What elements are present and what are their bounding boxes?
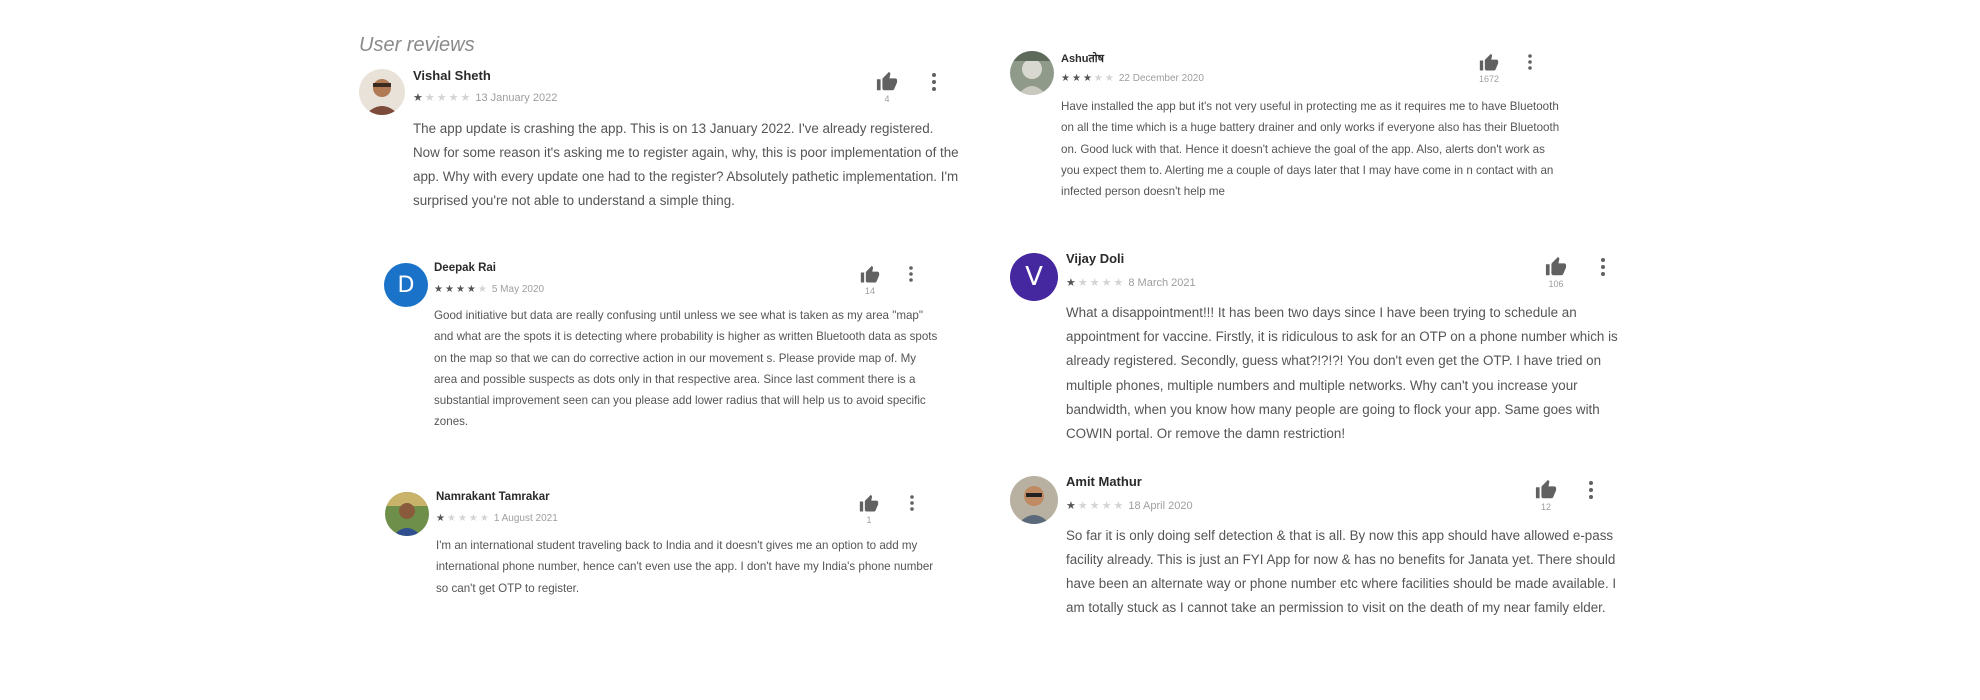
star-empty-icon: ★ <box>1089 500 1102 512</box>
star-filled-icon: ★ <box>1066 500 1078 512</box>
thumbs-up-icon <box>876 71 898 91</box>
review-date: 22 December 2020 <box>1118 73 1204 84</box>
helpful-button[interactable]: 14 <box>858 265 882 296</box>
review-text: Have installed the app but it's not very… <box>1061 100 1560 199</box>
like-count: 14 <box>864 286 875 296</box>
star-filled-icon: ★ <box>455 284 467 295</box>
star-empty-icon: ★ <box>1101 277 1114 289</box>
section-title: User reviews <box>359 34 475 56</box>
helpful-button[interactable]: 106 <box>1542 256 1570 289</box>
helpful-button[interactable]: 4 <box>875 71 899 104</box>
more-options-icon[interactable] <box>1596 257 1610 277</box>
thumbs-up-icon <box>859 494 879 512</box>
reviewer-name: Ashuतोष <box>1061 53 1104 65</box>
star-filled-icon: ★ <box>434 284 445 295</box>
avatar <box>1010 476 1058 524</box>
star-filled-icon: ★ <box>413 92 425 104</box>
star-empty-icon: ★ <box>1077 277 1090 289</box>
avatar-letter: V <box>1025 262 1043 292</box>
rating-and-date: ★★★★★ 22 December 2020 <box>1061 73 1204 84</box>
star-empty-icon: ★ <box>457 513 469 524</box>
review-date: 18 April 2020 <box>1128 500 1193 512</box>
reviewer-name: Vijay Doli <box>1066 251 1125 266</box>
star-empty-icon: ★ <box>436 92 449 104</box>
review-date: 1 August 2021 <box>493 513 558 524</box>
reviewer-name: Namrakant Tamrakar <box>436 491 550 503</box>
star-filled-icon: ★ <box>466 284 478 295</box>
thumbs-up-icon <box>1535 479 1557 499</box>
rating-and-date: ★★★★★ 13 January 2022 <box>413 91 557 104</box>
review-date: 13 January 2022 <box>475 92 558 104</box>
star-rating: ★★★★★ <box>434 284 489 295</box>
review-text: What a disappointment!!! It has been two… <box>1066 305 1618 442</box>
like-count: 106 <box>1548 279 1564 289</box>
avatar <box>385 492 429 536</box>
thumbs-up-icon <box>1545 256 1567 276</box>
star-empty-icon: ★ <box>1113 277 1126 289</box>
like-count: 4 <box>884 94 890 104</box>
like-count: 12 <box>1540 502 1551 512</box>
star-filled-icon: ★ <box>1066 277 1078 289</box>
star-empty-icon: ★ <box>448 92 461 104</box>
more-options-icon[interactable] <box>906 494 918 512</box>
star-rating: ★★★★★ <box>1061 73 1116 84</box>
star-empty-icon: ★ <box>477 284 489 295</box>
more-options-icon[interactable] <box>1584 480 1598 500</box>
review-text: The app update is crashing the app. This… <box>413 121 959 208</box>
more-options-icon[interactable] <box>927 72 941 92</box>
star-filled-icon: ★ <box>1082 73 1094 84</box>
star-filled-icon: ★ <box>444 284 456 295</box>
helpful-button[interactable]: 1 <box>857 494 881 525</box>
reviewer-name: Deepak Rai <box>434 262 497 274</box>
star-empty-icon: ★ <box>1104 73 1116 84</box>
star-filled-icon: ★ <box>1071 73 1083 84</box>
star-empty-icon: ★ <box>1113 500 1126 512</box>
more-options-icon[interactable] <box>905 265 917 283</box>
review-text: Good initiative but data are really conf… <box>434 309 938 429</box>
like-count: 1 <box>866 515 872 525</box>
star-empty-icon: ★ <box>1093 73 1105 84</box>
star-filled-icon: ★ <box>1061 73 1072 84</box>
reviewer-name: Vishal Sheth <box>413 68 491 83</box>
star-empty-icon: ★ <box>1077 500 1090 512</box>
star-rating: ★★★★★ <box>413 92 472 104</box>
star-rating: ★★★★★ <box>1066 277 1125 289</box>
star-empty-icon: ★ <box>479 513 491 524</box>
avatar: D <box>384 263 428 307</box>
star-empty-icon: ★ <box>424 92 437 104</box>
star-rating: ★★★★★ <box>1066 500 1125 512</box>
review-date: 5 May 2020 <box>491 284 545 295</box>
star-empty-icon: ★ <box>1101 500 1114 512</box>
avatar-letter: D <box>397 272 415 298</box>
rating-and-date: ★★★★★ 5 May 2020 <box>434 284 544 295</box>
avatar: V <box>1010 253 1058 301</box>
rating-and-date: ★★★★★ 8 March 2021 <box>1066 276 1196 289</box>
star-empty-icon: ★ <box>468 513 480 524</box>
avatar <box>1010 51 1054 95</box>
star-rating: ★★★★★ <box>436 513 491 524</box>
thumbs-up-icon <box>860 265 880 283</box>
rating-and-date: ★★★★★ 18 April 2020 <box>1066 499 1193 512</box>
review-text: So far it is only doing self detection &… <box>1066 528 1617 615</box>
thumbs-up-icon <box>1479 53 1499 71</box>
star-empty-icon: ★ <box>1089 277 1102 289</box>
helpful-button[interactable]: 12 <box>1532 479 1560 512</box>
more-options-icon[interactable] <box>1524 53 1536 71</box>
like-count: 1672 <box>1478 74 1500 84</box>
reviewer-name: Amit Mathur <box>1066 474 1142 489</box>
review-date: 8 March 2021 <box>1128 277 1196 289</box>
star-filled-icon: ★ <box>436 513 447 524</box>
avatar <box>359 69 405 115</box>
helpful-button[interactable]: 1672 <box>1474 53 1504 84</box>
rating-and-date: ★★★★★ 1 August 2021 <box>436 513 558 524</box>
star-empty-icon: ★ <box>446 513 458 524</box>
review-text: I'm an international student traveling b… <box>436 539 934 595</box>
star-empty-icon: ★ <box>460 92 473 104</box>
